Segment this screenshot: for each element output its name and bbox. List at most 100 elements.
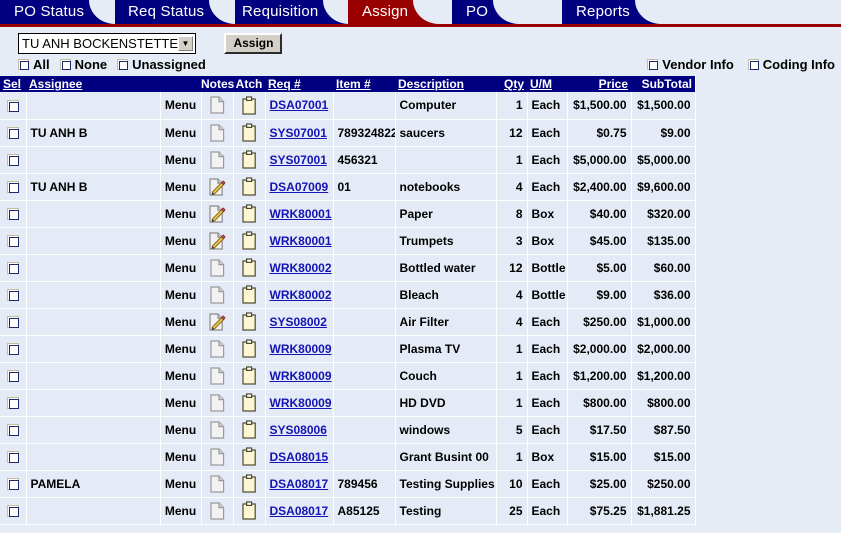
row-attachment-cell[interactable] [233, 470, 266, 498]
row-select-checkbox[interactable] [6, 370, 19, 383]
row-attachment-cell[interactable] [233, 281, 266, 309]
row-req-cell[interactable]: SYS08002 [265, 308, 334, 336]
row-req-cell[interactable]: WRK80009 [265, 362, 334, 390]
row-menu-link[interactable]: Menu [165, 288, 196, 302]
req-number-link[interactable]: DSA08017 [270, 477, 329, 491]
row-select-cell[interactable] [0, 200, 27, 228]
row-menu-cell[interactable]: Menu [160, 443, 202, 471]
row-menu-link[interactable]: Menu [165, 126, 196, 140]
req-number-link[interactable]: SYS08002 [270, 315, 327, 329]
req-number-link[interactable]: DSA08015 [270, 450, 329, 464]
note-page-edit-icon[interactable] [208, 177, 226, 196]
note-page-icon[interactable] [209, 420, 225, 439]
row-select-checkbox[interactable] [6, 262, 19, 275]
row-attachment-cell[interactable] [233, 335, 266, 363]
row-req-cell[interactable]: DSA08017 [265, 470, 334, 498]
checkbox-vendor-info[interactable] [647, 59, 659, 70]
note-page-icon[interactable] [209, 285, 225, 304]
row-select-checkbox[interactable] [6, 289, 19, 302]
row-attachment-cell[interactable] [233, 416, 266, 444]
row-select-cell[interactable] [0, 335, 27, 363]
attachment-clipboard-icon[interactable] [241, 393, 257, 412]
row-select-checkbox[interactable] [6, 235, 19, 248]
row-select-cell[interactable] [0, 470, 27, 498]
req-number-link[interactable]: WRK80009 [270, 396, 332, 410]
row-menu-link[interactable]: Menu [165, 342, 196, 356]
tab-reports[interactable]: Reports [562, 0, 661, 24]
row-menu-link[interactable]: Menu [165, 98, 196, 112]
row-select-checkbox[interactable] [6, 424, 19, 437]
req-number-link[interactable]: DSA07009 [270, 180, 329, 194]
attachment-clipboard-icon[interactable] [241, 96, 257, 115]
note-page-edit-icon[interactable] [208, 312, 226, 331]
req-number-link[interactable]: WRK80001 [270, 207, 332, 221]
row-attachment-cell[interactable] [233, 227, 266, 255]
row-menu-cell[interactable]: Menu [160, 281, 202, 309]
row-select-cell[interactable] [0, 146, 27, 174]
req-number-link[interactable]: SYS07001 [270, 153, 327, 167]
row-notes-cell[interactable] [201, 335, 234, 363]
attachment-clipboard-icon[interactable] [241, 150, 257, 169]
row-attachment-cell[interactable] [233, 497, 266, 525]
row-menu-cell[interactable]: Menu [160, 335, 202, 363]
row-menu-link[interactable]: Menu [165, 477, 196, 491]
row-notes-cell[interactable] [201, 254, 234, 282]
req-number-link[interactable]: WRK80002 [270, 288, 332, 302]
row-req-cell[interactable]: SYS07001 [265, 146, 334, 174]
row-select-cell[interactable] [0, 173, 27, 201]
tab-po[interactable]: PO [452, 0, 520, 24]
note-page-icon[interactable] [209, 123, 225, 142]
column-header-price[interactable]: Price [567, 76, 631, 92]
row-select-checkbox[interactable] [6, 505, 19, 518]
filter-unassigned[interactable]: Unassigned [117, 57, 206, 72]
row-select-cell[interactable] [0, 254, 27, 282]
filter-vendor-info[interactable]: Vendor Info [647, 57, 734, 72]
row-req-cell[interactable]: DSA07009 [265, 173, 334, 201]
row-notes-cell[interactable] [201, 119, 234, 147]
note-page-icon[interactable] [209, 501, 225, 520]
filter-coding-info[interactable]: Coding Info [747, 57, 835, 72]
assignee-select[interactable]: TU ANH BOCKENSTETTE ▼ [18, 33, 196, 54]
row-notes-cell[interactable] [201, 146, 234, 174]
row-menu-cell[interactable]: Menu [160, 308, 202, 336]
row-menu-cell[interactable]: Menu [160, 146, 202, 174]
row-select-checkbox[interactable] [6, 181, 19, 194]
chevron-down-icon[interactable]: ▼ [178, 36, 193, 51]
column-header-sel[interactable]: Sel [0, 76, 26, 92]
row-menu-cell[interactable]: Menu [160, 200, 202, 228]
req-number-link[interactable]: SYS08006 [270, 423, 327, 437]
row-req-cell[interactable]: DSA07001 [265, 92, 334, 120]
row-req-cell[interactable]: DSA08017 [265, 497, 334, 525]
attachment-clipboard-icon[interactable] [241, 312, 257, 331]
row-select-checkbox[interactable] [6, 316, 19, 329]
row-req-cell[interactable]: WRK80009 [265, 335, 334, 363]
req-number-link[interactable]: WRK80009 [270, 342, 332, 356]
row-select-checkbox[interactable] [6, 478, 19, 491]
req-number-link[interactable]: WRK80002 [270, 261, 332, 275]
column-header-desc[interactable]: Description [395, 76, 496, 92]
column-header-item[interactable]: Item # [333, 76, 395, 92]
note-page-icon[interactable] [209, 474, 225, 493]
attachment-clipboard-icon[interactable] [241, 177, 257, 196]
row-menu-link[interactable]: Menu [165, 423, 196, 437]
row-notes-cell[interactable] [201, 173, 234, 201]
column-header-req[interactable]: Req # [265, 76, 333, 92]
tab-requisition[interactable]: Requisition [228, 0, 350, 24]
note-page-icon[interactable] [209, 339, 225, 358]
row-menu-link[interactable]: Menu [165, 261, 196, 275]
row-menu-cell[interactable]: Menu [160, 119, 202, 147]
note-page-icon[interactable] [209, 258, 225, 277]
row-select-checkbox[interactable] [6, 100, 19, 113]
row-notes-cell[interactable] [201, 470, 234, 498]
row-select-cell[interactable] [0, 227, 27, 255]
row-menu-cell[interactable]: Menu [160, 416, 202, 444]
row-select-checkbox[interactable] [6, 397, 19, 410]
row-menu-cell[interactable]: Menu [160, 497, 202, 525]
attachment-clipboard-icon[interactable] [241, 231, 257, 250]
row-menu-link[interactable]: Menu [165, 504, 196, 518]
note-page-icon[interactable] [209, 366, 225, 385]
attachment-clipboard-icon[interactable] [241, 447, 257, 466]
row-menu-cell[interactable]: Menu [160, 227, 202, 255]
row-attachment-cell[interactable] [233, 119, 266, 147]
row-attachment-cell[interactable] [233, 308, 266, 336]
